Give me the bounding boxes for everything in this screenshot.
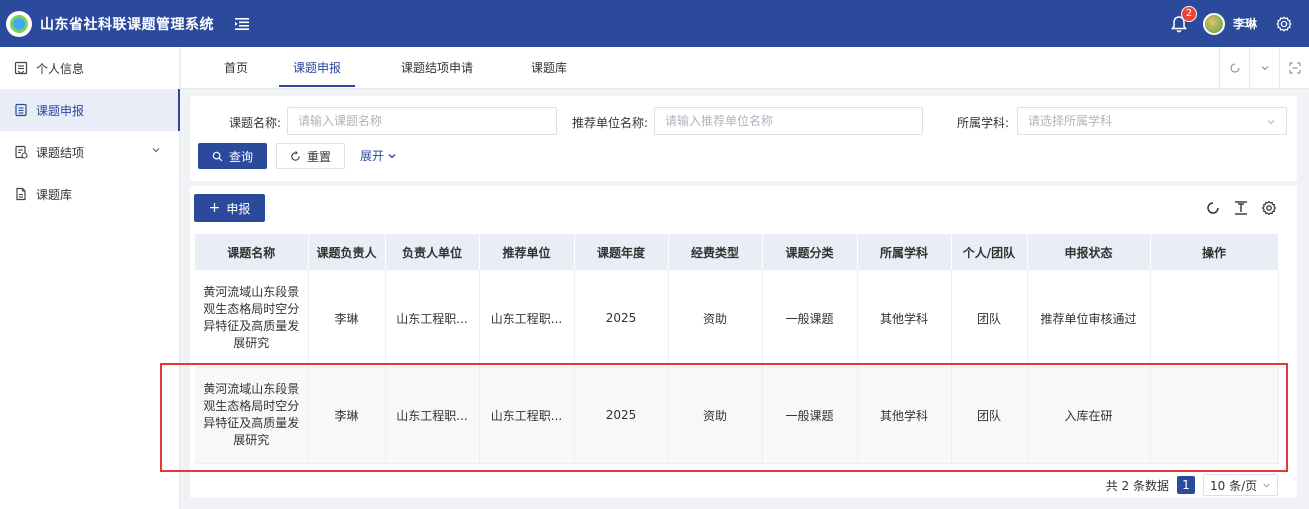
- table-cell: 山东工程职...: [479, 270, 575, 368]
- table-row[interactable]: 黄河流域山东段景观生态格局时空分异特征及高质量发展研究 李琳 山东工程职... …: [195, 270, 1279, 368]
- table-panel: + 申报 课题名称 课题负责人 负责人单位 推荐单位 课题年度 经费类型 课题分…: [190, 186, 1297, 498]
- page-size-value: 10 条/页: [1210, 478, 1258, 493]
- recommend-unit-label: 推荐单位名称:: [572, 116, 649, 130]
- subject-label: 所属学科:: [957, 116, 1010, 130]
- add-button-label: 申报: [226, 201, 251, 216]
- column-header: 所属学科: [857, 234, 952, 270]
- settings-gear-icon[interactable]: [1275, 15, 1293, 33]
- user-card-icon: [14, 61, 28, 75]
- table-cell: 2025: [574, 367, 669, 464]
- table-cell: 团队: [951, 270, 1028, 368]
- column-header: 申报状态: [1027, 234, 1151, 270]
- table-cell: 一般课题: [762, 270, 858, 368]
- sidebar-item-label: 课题库: [36, 187, 73, 202]
- total-count: 共 2 条数据: [1105, 478, 1169, 493]
- subject-select[interactable]: 请选择所属学科: [1017, 107, 1287, 135]
- tab-project-application[interactable]: 课题申报: [279, 47, 355, 89]
- chevron-down-icon: [388, 154, 396, 159]
- user-name[interactable]: 李琳: [1233, 15, 1257, 32]
- add-application-button[interactable]: + 申报: [194, 194, 265, 222]
- table-cell: 2025: [574, 270, 669, 368]
- column-header: 课题年度: [574, 234, 669, 270]
- table-cell: 团队: [951, 367, 1028, 464]
- refresh-icon[interactable]: [1205, 200, 1221, 216]
- column-header: 个人/团队: [951, 234, 1028, 270]
- sidebar-item-personal-info[interactable]: 个人信息: [0, 47, 179, 89]
- menu-toggle-icon[interactable]: [232, 14, 252, 34]
- sidebar-item-label: 课题结项: [36, 145, 85, 160]
- column-header: 负责人单位: [385, 234, 480, 270]
- table-cell: 一般课题: [762, 367, 858, 464]
- reset-icon: [291, 150, 300, 161]
- chevron-down-icon: [152, 148, 160, 153]
- subject-select-placeholder: 请选择所属学科: [1028, 114, 1113, 128]
- search-panel: 课题名称: 推荐单位名称: 所属学科: 请选择所属学科 查询 重置 展开: [190, 96, 1297, 181]
- document-icon: [15, 103, 27, 117]
- actions-cell: [1150, 270, 1279, 368]
- top-bar: 山东省社科联课题管理系统 2 李琳: [0, 0, 1309, 47]
- column-header: 课题负责人: [308, 234, 386, 270]
- table-cell: 山东工程职...: [479, 367, 575, 464]
- tab-completion-application[interactable]: 课题结项申请: [399, 47, 475, 89]
- column-header: 推荐单位: [479, 234, 575, 270]
- tab-dropdown-icon[interactable]: [1249, 47, 1279, 89]
- app-logo: [6, 10, 32, 37]
- app-title: 山东省社科联课题管理系统: [40, 16, 214, 33]
- table-cell: 资助: [668, 270, 763, 368]
- avatar[interactable]: [1202, 12, 1225, 35]
- sidebar-item-label: 课题申报: [36, 103, 85, 118]
- actions-cell: [1150, 367, 1279, 464]
- status-cell: 入库在研: [1027, 367, 1151, 464]
- chevron-down-icon: [1267, 120, 1275, 125]
- table-settings-icon[interactable]: [1261, 200, 1277, 216]
- sidebar: 个人信息 课题申报 课题结项 课题库: [0, 47, 180, 509]
- table-cell: 其他学科: [857, 367, 952, 464]
- applications-table: 课题名称 课题负责人 负责人单位 推荐单位 课题年度 经费类型 课题分类 所属学…: [195, 234, 1279, 464]
- column-header: 经费类型: [668, 234, 763, 270]
- search-icon: [212, 151, 223, 161]
- page-number-button[interactable]: 1: [1177, 476, 1195, 494]
- table-cell: 李琳: [308, 270, 386, 368]
- reset-button-label: 重置: [306, 149, 331, 164]
- expand-button[interactable]: 展开: [360, 143, 397, 169]
- table-cell: 资助: [668, 367, 763, 464]
- topic-name-input[interactable]: [287, 107, 557, 135]
- refresh-tab-icon[interactable]: [1219, 47, 1249, 89]
- file-icon: [16, 187, 26, 201]
- notification-bell-icon[interactable]: 2: [1169, 5, 1197, 34]
- table-cell: 李琳: [308, 367, 386, 464]
- chevron-down-icon: [1263, 483, 1270, 488]
- sidebar-item-label: 个人信息: [36, 61, 85, 76]
- notification-badge: 2: [1180, 5, 1197, 22]
- column-header: 操作: [1150, 234, 1279, 270]
- sidebar-item-project-application[interactable]: 课题申报: [0, 89, 180, 131]
- column-header: 课题分类: [762, 234, 858, 270]
- reset-button[interactable]: 重置: [276, 143, 345, 169]
- plus-icon: +: [208, 200, 221, 216]
- query-button[interactable]: 查询: [198, 143, 267, 169]
- document-check-icon: [15, 145, 28, 159]
- expand-button-label: 展开: [360, 149, 385, 163]
- status-cell: 推荐单位审核通过: [1027, 270, 1151, 368]
- pagination: 共 2 条数据 1 10 条/页: [1105, 474, 1278, 496]
- tab-home[interactable]: 首页: [221, 47, 251, 89]
- tabs-bar: 首页 课题申报 课题结项申请 课题库: [181, 47, 1309, 89]
- sidebar-item-project-library[interactable]: 课题库: [0, 173, 179, 215]
- table-row[interactable]: 黄河流域山东段景观生态格局时空分异特征及高质量发展研究 李琳 山东工程职... …: [195, 367, 1279, 464]
- query-button-label: 查询: [228, 149, 253, 164]
- table-cell: 山东工程职...: [385, 367, 480, 464]
- topic-name-label: 课题名称:: [229, 116, 282, 130]
- column-height-icon[interactable]: [1233, 200, 1249, 216]
- table-header-row: 课题名称 课题负责人 负责人单位 推荐单位 课题年度 经费类型 课题分类 所属学…: [195, 234, 1279, 270]
- column-header: 课题名称: [195, 234, 309, 270]
- table-cell: 山东工程职...: [385, 270, 480, 368]
- tab-project-library[interactable]: 课题库: [529, 47, 569, 89]
- fullscreen-icon[interactable]: [1279, 47, 1309, 89]
- recommend-unit-input[interactable]: [654, 107, 923, 135]
- sidebar-item-project-completion[interactable]: 课题结项: [0, 131, 179, 173]
- table-cell: 其他学科: [857, 270, 952, 368]
- topic-title-link[interactable]: 黄河流域山东段景观生态格局时空分异特征及高质量发展研究: [195, 270, 309, 368]
- page-size-select[interactable]: 10 条/页: [1203, 474, 1278, 496]
- topic-title-link[interactable]: 黄河流域山东段景观生态格局时空分异特征及高质量发展研究: [195, 367, 309, 464]
